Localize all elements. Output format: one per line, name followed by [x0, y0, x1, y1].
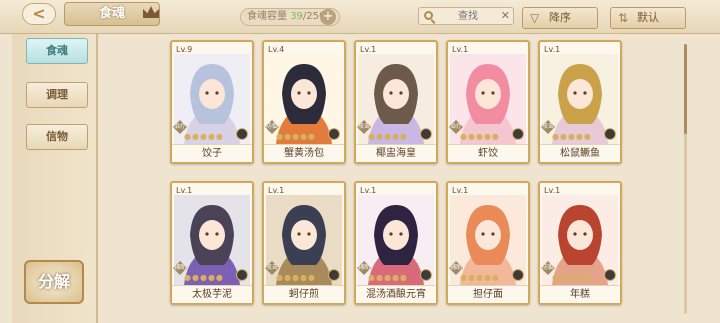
back-button[interactable]: <: [22, 3, 56, 25]
character-card[interactable]: Lv.1 攻击 ●●●●● 椰盅海皇: [354, 40, 438, 164]
character-card[interactable]: Lv.9 治疗 ●●●●● 饺子: [170, 40, 254, 164]
card-level: Lv.1: [452, 45, 469, 54]
character-card[interactable]: Lv.1 治疗 ●●●●● 虾饺: [446, 40, 530, 164]
star-rating: ●●●●●: [460, 273, 500, 282]
capacity-plus-button[interactable]: +: [320, 9, 336, 25]
element-icon: [328, 128, 340, 140]
scrollbar[interactable]: [684, 44, 687, 314]
card-level: Lv.1: [544, 45, 561, 54]
capacity-label: 食魂容量: [247, 11, 287, 22]
element-icon: [604, 269, 616, 281]
character-card[interactable]: Lv.1 辅助 ●●●●● 混汤酒酿元宵: [354, 181, 438, 305]
card-name: 饺子: [172, 144, 252, 162]
card-name: 担仔面: [448, 285, 528, 303]
card-level: Lv.4: [268, 45, 285, 54]
card-name: 混汤酒酿元宵: [356, 285, 436, 303]
card-level: Lv.1: [452, 186, 469, 195]
card-level: Lv.1: [544, 186, 561, 195]
card-name: 蟹黄汤包: [264, 144, 344, 162]
element-icon: [236, 128, 248, 140]
element-icon: [512, 269, 524, 281]
card-name: 椰盅海皇: [356, 144, 436, 162]
sort-mode-button[interactable]: ⇅ 默认: [610, 7, 686, 29]
character-card[interactable]: Lv.1 攻击 ●●●●● 蚵仔煎: [262, 181, 346, 305]
star-rating: ●●●●●: [552, 132, 592, 141]
character-card[interactable]: Lv.1 辅助 ●●●●● 担仔面: [446, 181, 530, 305]
back-arrow-icon: <: [32, 4, 46, 23]
card-level: Lv.1: [360, 45, 377, 54]
star-rating: ●●●●●: [276, 273, 316, 282]
element-icon: [328, 269, 340, 281]
character-card[interactable]: Lv.1 辅助 ●●●●● 太极芋泥: [170, 181, 254, 305]
element-icon: [420, 128, 432, 140]
star-rating: ●●●●●: [184, 273, 224, 282]
card-name: 年糕: [540, 285, 620, 303]
sidebar-item-conditioning[interactable]: 调理: [26, 82, 88, 108]
card-name: 虾饺: [448, 144, 528, 162]
element-icon: [236, 269, 248, 281]
star-rating: ●●●●●: [368, 132, 408, 141]
card-name: 太极芋泥: [172, 285, 252, 303]
element-icon: [512, 128, 524, 140]
element-icon: [604, 128, 616, 140]
scroll-thumb[interactable]: [684, 44, 687, 134]
sort-order-label: 降序: [549, 11, 571, 24]
card-level: Lv.1: [268, 186, 285, 195]
sort-order-button[interactable]: ▽ 降序: [522, 7, 598, 29]
star-rating: ●●●●●: [184, 132, 224, 141]
close-icon[interactable]: ✕: [501, 8, 510, 24]
card-level: Lv.9: [176, 45, 193, 54]
search-box[interactable]: ✕: [418, 7, 514, 25]
character-card[interactable]: Lv.4 防御 ●●●●● 蟹黄汤包: [262, 40, 346, 164]
card-level: Lv.1: [360, 186, 377, 195]
card-name: 松鼠鳜鱼: [540, 144, 620, 162]
sidebar-item-food-soul[interactable]: 食魂: [26, 38, 88, 64]
search-input[interactable]: [439, 8, 497, 24]
element-icon: [420, 269, 432, 281]
character-card[interactable]: Lv.1 攻击 ●●●●● 松鼠鳜鱼: [538, 40, 622, 164]
search-icon: [424, 11, 433, 20]
star-rating: ●●●●●: [368, 273, 408, 282]
sidebar-item-token[interactable]: 信物: [26, 124, 88, 150]
star-rating: ●●●●●: [460, 132, 500, 141]
character-card[interactable]: Lv.1 防御 ●●●●● 年糕: [538, 181, 622, 305]
chevron-down-icon: ▽: [530, 11, 540, 25]
card-name: 蚵仔煎: [264, 285, 344, 303]
card-level: Lv.1: [176, 186, 193, 195]
capacity-current: 39: [290, 11, 303, 22]
sort-mode-label: 默认: [637, 11, 659, 24]
star-rating: ●●●●●: [276, 132, 316, 141]
star-rating: ●●●●●: [552, 273, 592, 282]
top-bar: < 食魂 食魂容量 39/250 + ✕ ▽ 降序 ⇅ 默认: [0, 0, 720, 34]
decompose-button[interactable]: 分解: [24, 260, 84, 304]
sort-arrows-icon: ⇅: [618, 11, 629, 25]
